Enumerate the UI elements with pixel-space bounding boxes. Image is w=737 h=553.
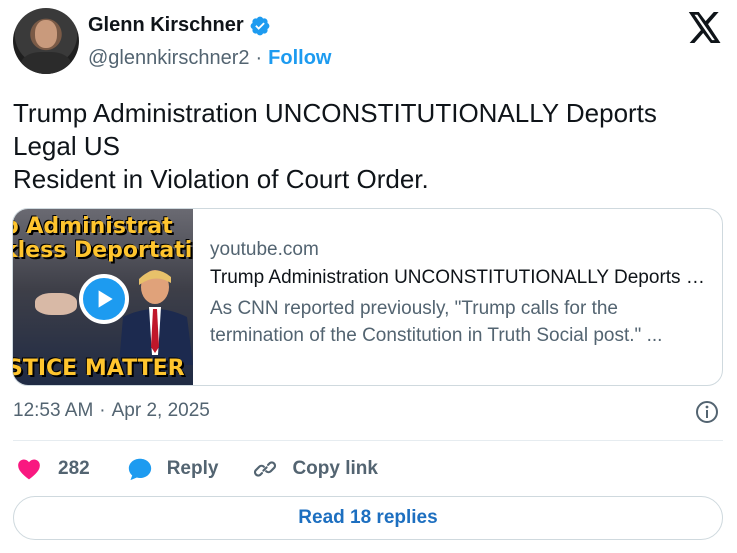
copy-link-button[interactable]: Copy link (252, 456, 378, 482)
card-title: Trump Administration UNCONSTITUTIONALLY … (210, 267, 715, 288)
x-logo-icon[interactable] (688, 12, 722, 43)
author-handle-row: @glennkirschner2 · Follow (88, 47, 332, 70)
tweet-text: Trump Administration UNCONSTITUTIONALLY … (13, 97, 713, 196)
link-icon (254, 461, 277, 477)
copy-link-label: Copy link (292, 458, 378, 479)
thumbnail-figure (119, 270, 193, 365)
link-preview-card[interactable]: p Administrat kless Deportati STICE MATT… (12, 208, 723, 386)
card-description: As CNN reported previously, "Trump calls… (210, 295, 715, 349)
tweet-date: Apr 2, 2025 (111, 400, 210, 421)
like-count: 282 (58, 458, 90, 479)
author-handle[interactable]: @glennkirschner2 (88, 47, 250, 70)
handle-separator: · (255, 47, 263, 69)
thumbnail-caption-line: kless Deportati (13, 238, 193, 263)
video-thumbnail[interactable]: p Administrat kless Deportati STICE MATT… (13, 209, 193, 385)
thumbnail-caption-top: p Administrat kless Deportati (13, 215, 192, 263)
thumbnail-caption-line: p Administrat (13, 214, 173, 239)
timestamp-separator: · (99, 400, 106, 421)
verified-badge-icon (249, 15, 271, 37)
reply-bubble-icon (128, 458, 151, 481)
card-description-line: termination of the Constitution in Truth… (210, 325, 663, 346)
tweet-text-line: Legal US (13, 131, 120, 161)
tweet-timestamp[interactable]: 12:53 AM · Apr 2, 2025 (13, 400, 210, 422)
author-name-row: Glenn Kirschner (88, 14, 271, 37)
info-icon[interactable] (695, 400, 719, 424)
follow-button[interactable]: Follow (268, 47, 331, 70)
reply-button[interactable]: Reply (127, 456, 219, 482)
card-description-line: As CNN reported previously, "Trump calls… (210, 298, 618, 319)
read-replies-button[interactable]: Read 18 replies (13, 496, 723, 540)
avatar-face (35, 20, 57, 48)
divider (13, 440, 723, 441)
action-bar: 282 Reply Copy link (13, 453, 378, 485)
avatar[interactable] (13, 8, 79, 74)
card-domain: youtube.com (210, 239, 319, 260)
thumbnail-hand (35, 293, 77, 315)
tweet-text-line: Resident in Violation of Court Order. (13, 164, 429, 194)
like-button[interactable]: 282 (16, 456, 90, 482)
tweet-text-line: Trump Administration UNCONSTITUTIONALLY … (13, 98, 657, 128)
reply-label: Reply (166, 458, 219, 479)
heart-icon (18, 459, 40, 480)
author-display-name[interactable]: Glenn Kirschner (88, 14, 244, 37)
tweet-time: 12:53 AM (13, 400, 94, 421)
thumbnail-caption-bottom: STICE MATTER (13, 356, 185, 381)
play-icon[interactable] (79, 274, 129, 324)
avatar-shirt (21, 52, 71, 74)
card-body: youtube.com Trump Administration UNCONST… (210, 239, 715, 349)
